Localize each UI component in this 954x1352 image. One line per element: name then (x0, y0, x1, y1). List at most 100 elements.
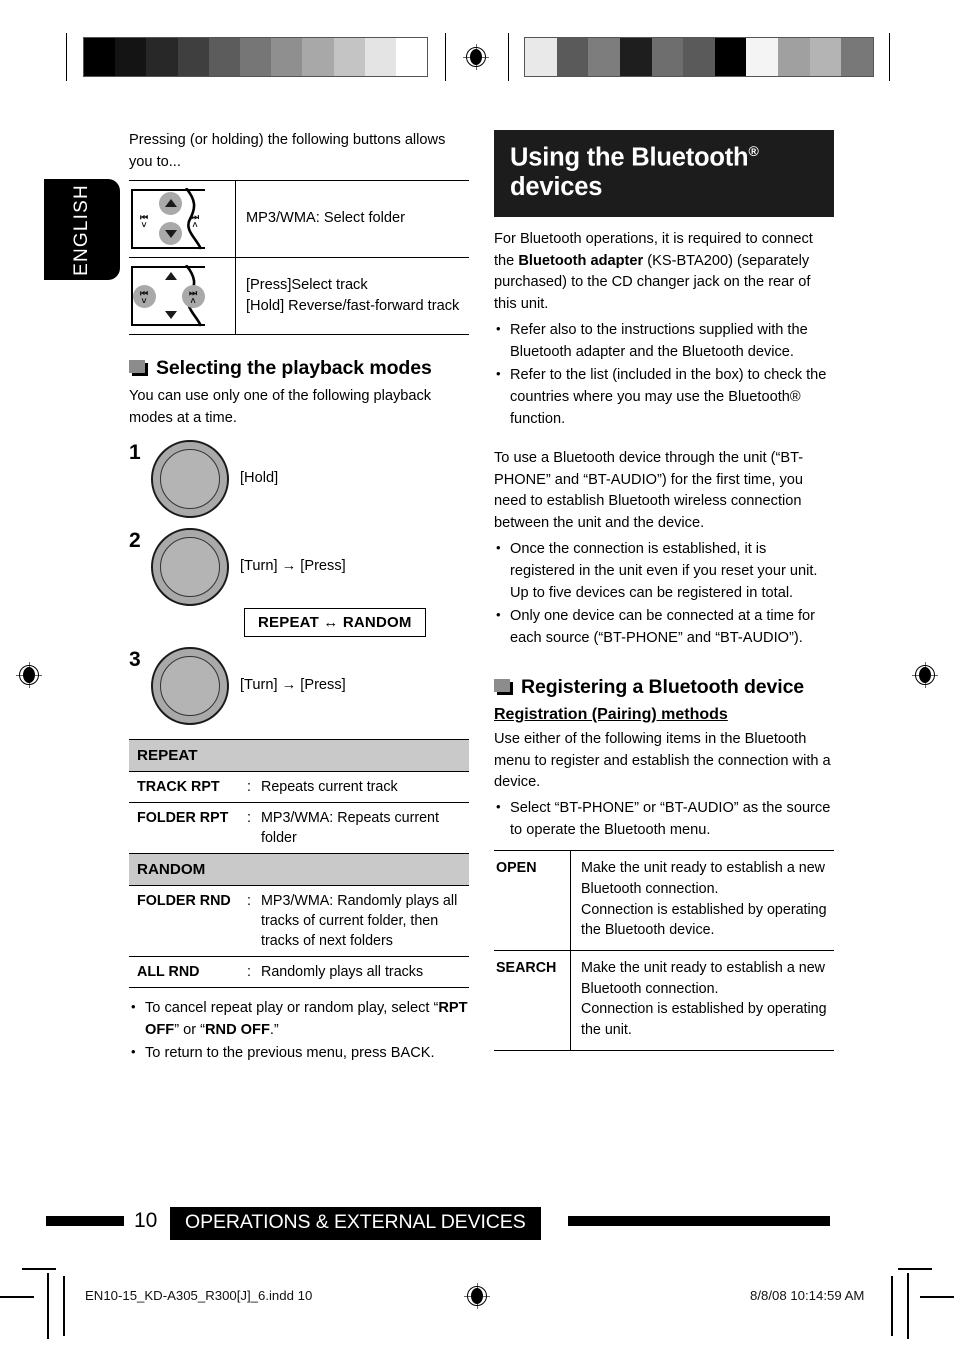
left-content-column: Pressing (or holding) the following butt… (129, 130, 469, 1066)
mode-key: FOLDER RPT (129, 802, 245, 854)
footer-section-label: OPERATIONS & EXTERNAL DEVICES (170, 1207, 541, 1240)
playback-modes-table: REPEAT TRACK RPT : Repeats current track… (129, 738, 469, 989)
folder-select-description: MP3/WMA: Select folder (235, 179, 469, 258)
crop-tick (508, 33, 509, 81)
step-number: 3 (129, 647, 141, 671)
folder-select-buttons-icon-cell: ⏮ ˅ ⏭ ˄ (129, 179, 236, 258)
method-line: Connection is established by operating t… (581, 901, 827, 939)
mode-key: ALL RND (129, 956, 245, 989)
control-knob-icon (151, 646, 229, 725)
calibration-swatch (683, 38, 715, 76)
step-1: 1 [Hold] (129, 439, 469, 518)
table-row: FOLDER RND : MP3/WMA: Randomly plays all… (129, 885, 469, 958)
registration-paragraph: Use either of the following items in the… (494, 730, 831, 791)
list-item: Refer also to the instructions supplied … (494, 319, 834, 364)
track-select-line-2: [Hold] Reverse/fast-forward track (246, 297, 460, 314)
track-select-buttons-icon: ⏮ ˅ ⏭ ˄ (131, 264, 217, 327)
calibration-swatch (146, 38, 178, 76)
note-text-mid: ” or “ (174, 1022, 205, 1039)
step-3: 3 [Turn] → [Press] (129, 646, 469, 725)
crop-tick (889, 33, 890, 81)
button-function-table: ⏮ ˅ ⏭ ˄ MP3/WMA: Select folder ⏮ ˅ ⏭ ˄ [… (129, 179, 469, 335)
table-group-header-random: RANDOM (129, 852, 469, 887)
table-row: ⏮ ˅ ⏭ ˄ [Press]Select track [Hold] Rever… (129, 256, 469, 335)
table-row: TRACK RPT : Repeats current track (129, 771, 469, 803)
method-description-open: Make the unit ready to establish a new B… (570, 850, 834, 951)
imprint-filename: EN10-15_KD-A305_R300[J]_6.indd 10 (85, 1288, 313, 1303)
registration-target-icon (463, 44, 489, 70)
bluetooth-intro-bullets: Refer also to the instructions supplied … (494, 319, 834, 431)
playback-intro: You can use only one of the following pl… (129, 387, 432, 426)
bluetooth-second-paragraph: To use a Bluetooth device through the un… (494, 449, 804, 532)
crop-mark (920, 1296, 954, 1298)
step-action-label: [Turn] → [Press] (240, 676, 346, 693)
method-line: Make the unit ready to establish a new B… (581, 959, 825, 997)
calibration-swatch (84, 38, 116, 76)
imprint-timestamp: 8/8/08 10:14:59 AM (750, 1288, 865, 1303)
section-heading-label: Registering a Bluetooth device (521, 675, 805, 698)
intro-paragraph: Pressing (or holding) the following butt… (129, 132, 446, 170)
section-marker-icon (129, 360, 148, 377)
table-row: ALL RND : Randomly plays all tracks (129, 956, 469, 989)
step-2: 2 [Turn] → [Press] (129, 527, 469, 606)
method-line: Connection is established by operating t… (581, 1001, 827, 1039)
method-key-search: SEARCH (494, 950, 571, 1051)
calibration-swatch (271, 38, 303, 76)
playback-notes-list: To cancel repeat play or random play, se… (129, 997, 469, 1065)
table-row: ⏮ ˅ ⏭ ˄ MP3/WMA: Select folder (129, 179, 469, 258)
mode-separator: : (245, 885, 253, 958)
method-key-open: OPEN (494, 850, 571, 951)
registration-target-icon (912, 662, 938, 688)
subheading-registration-methods: Registration (Pairing) methods (494, 705, 728, 723)
track-select-line-1: [Press]Select track (246, 276, 368, 293)
mode-separator: : (245, 956, 253, 989)
calibration-swatch (333, 38, 365, 76)
right-content-column: Using the Bluetooth® devices For Bluetoo… (494, 130, 834, 1051)
control-knob-icon (151, 527, 229, 606)
step-number: 2 (129, 528, 141, 552)
list-item: To cancel repeat play or random play, se… (129, 997, 469, 1042)
section-heading-registering: Registering a Bluetooth device (494, 676, 834, 699)
language-tab-label: ENGLISH (71, 183, 92, 276)
mode-key: FOLDER RND (129, 885, 245, 958)
footer-rule-right (568, 1216, 830, 1226)
mode-separator: : (245, 771, 253, 803)
bluetooth-adapter-bold: Bluetooth adapter (518, 252, 644, 269)
group-header-label: REPEAT (129, 738, 469, 772)
list-item: Refer to the list (included in the box) … (494, 364, 834, 431)
list-item: Only one device can be connected at a ti… (494, 605, 834, 650)
calibration-swatch (395, 38, 428, 76)
table-row: FOLDER RPT : MP3/WMA: Repeats current fo… (129, 802, 469, 854)
page-guide-line (891, 1276, 893, 1336)
registered-trademark-icon: ® (748, 143, 759, 159)
crop-mark (0, 1296, 34, 1298)
step-action-label: [Turn] → [Press] (240, 557, 346, 574)
section-heading-label: Selecting the playback modes (156, 356, 432, 379)
calibration-bar-right (524, 37, 874, 77)
registration-target-icon (16, 662, 42, 688)
mode-toggle-box: REPEAT ↔ RANDOM (244, 607, 426, 637)
list-item: Select “BT-PHONE” or “BT-AUDIO” as the s… (494, 797, 834, 842)
control-knob-icon (151, 439, 229, 518)
note-text-pre: To cancel repeat play or random play, se… (145, 1000, 439, 1017)
step-action-label: [Hold] (240, 469, 279, 486)
table-row: SEARCH Make the unit ready to establish … (494, 950, 834, 1051)
crop-tick (66, 33, 67, 81)
calibration-swatch (525, 38, 557, 76)
crop-tick (445, 33, 446, 81)
calibration-swatch (809, 38, 842, 76)
registration-bullets: Select “BT-PHONE” or “BT-AUDIO” as the s… (494, 797, 834, 842)
mode-value: MP3/WMA: Randomly plays all tracks of cu… (253, 885, 469, 958)
calibration-swatch (746, 38, 779, 76)
calibration-bar-left (83, 37, 428, 77)
list-item: Once the connection is established, it i… (494, 538, 834, 605)
track-select-buttons-icon-cell: ⏮ ˅ ⏭ ˄ (129, 256, 236, 335)
calibration-swatch (841, 38, 874, 76)
list-item: To return to the previous menu, press BA… (129, 1042, 469, 1065)
group-header-label: RANDOM (129, 852, 469, 887)
table-group-header-repeat: REPEAT (129, 738, 469, 772)
calibration-swatch (239, 38, 272, 76)
method-line: Make the unit ready to establish a new B… (581, 860, 825, 897)
calibration-swatch (302, 38, 334, 76)
registration-target-icon (464, 1283, 490, 1309)
